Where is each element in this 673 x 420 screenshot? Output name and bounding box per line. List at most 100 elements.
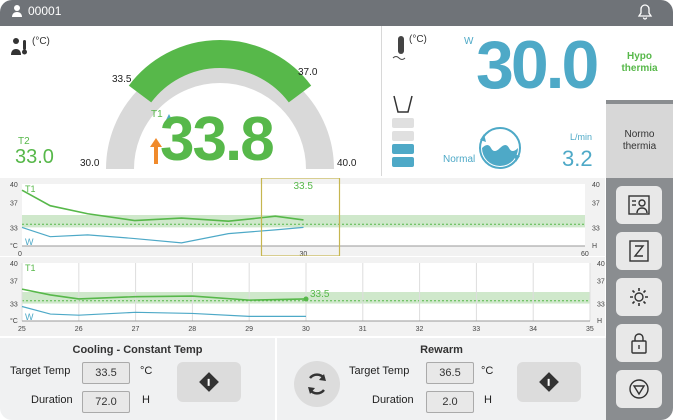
x-tick: 26: [75, 326, 83, 333]
stop-button[interactable]: [616, 370, 662, 408]
temperature-panel: (°C) 33.5 37.0 30.0 40.0 T1 33.8 T2 33.0: [0, 26, 380, 176]
bell-icon[interactable]: [637, 4, 653, 20]
lock-button[interactable]: [616, 324, 662, 362]
trend-chart-top: 40 37 33 °C 40 37 33 H 0 30 60 T1 W 33.5: [0, 177, 605, 258]
y-tick-right: 40: [592, 182, 600, 189]
patient-card-icon: [628, 195, 650, 215]
rewarm-title: Rewarm: [420, 344, 463, 356]
x-tick: 30: [302, 326, 310, 333]
y-tick-left: 40: [10, 261, 18, 268]
settings-button[interactable]: [616, 278, 662, 316]
gauge-low-limit: 33.5: [112, 74, 132, 85]
log-icon: [629, 240, 649, 262]
x-tick: 25: [18, 326, 26, 333]
start-rewarm-button[interactable]: [517, 362, 581, 402]
gauge-min: 30.0: [80, 158, 100, 169]
cooling-panel: Cooling - Constant Temp Target Temp 33.5…: [0, 338, 275, 420]
arrow-up-icon: [150, 138, 162, 164]
t1-value: 33.8: [160, 105, 275, 174]
pump-icon: [479, 127, 521, 169]
duration-value[interactable]: 72.0: [82, 391, 130, 413]
x-tick: 32: [416, 326, 424, 333]
y-tick-left: 37: [10, 201, 18, 208]
water-level-icon: [392, 118, 414, 167]
duration-unit: H: [142, 394, 150, 406]
rewarm-duration-unit: H: [484, 394, 492, 406]
x-tick: 31: [359, 326, 367, 333]
unit-label: (°C): [32, 36, 50, 47]
x-tick: 29: [245, 326, 253, 333]
y-tick-left: °C: [10, 242, 18, 250]
trend-chart-bottom-svg: 40 37 33 °C 40 37 33 H 25 26 27 28 29 30 31 32 33 34 35 T1 W…: [10, 261, 605, 333]
y-tick-left: °C: [10, 317, 18, 325]
rewarm-duration-value[interactable]: 2.0: [426, 391, 474, 413]
y-tick-left: 37: [10, 278, 18, 285]
rewarm-panel: Rewarm Target Temp 36.5 °C Duration 2.0 …: [277, 338, 606, 420]
top-bar: 00001: [0, 0, 673, 26]
gauge-high-limit: 37.0: [298, 67, 318, 78]
duration-label: Duration: [31, 394, 73, 406]
y-tick-right: 37: [592, 201, 600, 208]
flow-status: Normal: [443, 154, 476, 165]
target-temp-unit: °C: [140, 365, 153, 377]
trend-chart-bottom: 40 37 33 °C 40 37 33 H 25 26 27 28 29 30 31 32 33 34 35 T1 W…: [0, 257, 605, 336]
stop-icon: [629, 379, 649, 399]
trend-chart-top-svg: 40 37 33 °C 40 37 33 H 0 30 60 T1 W 33.5: [10, 177, 600, 258]
lock-icon: [631, 333, 647, 354]
cooling-title: Cooling - Constant Temp: [72, 344, 203, 356]
marker-value: 33.5: [310, 289, 330, 300]
gauge-max: 40.0: [337, 158, 357, 169]
water-panel: (°C) W 30.0 Normal L/min 3.2: [381, 26, 607, 176]
rewarm-target-value[interactable]: 36.5: [426, 362, 474, 384]
y-tick-right: 33: [592, 225, 600, 232]
x-tick: 0: [18, 251, 22, 256]
t2-value: 33.0: [15, 146, 54, 168]
w-legend: W: [25, 237, 34, 247]
tab-hypothermia[interactable]: Hypo thermia: [606, 26, 673, 100]
rewarm-target-label: Target Temp: [349, 365, 410, 377]
y-tick-left: 33: [10, 225, 18, 232]
y-tick-right: H: [597, 318, 602, 325]
log-button[interactable]: [616, 232, 662, 270]
rewarm-duration-label: Duration: [372, 394, 414, 406]
patient-info-button[interactable]: [616, 186, 662, 224]
gear-icon: [630, 288, 648, 306]
thermometer-icon: [392, 36, 406, 60]
tab-normothermia[interactable]: Normo thermia: [606, 104, 673, 178]
diamond-icon: [539, 372, 559, 392]
flow-unit: L/min: [570, 132, 593, 142]
reservoir-icon: [393, 95, 413, 113]
target-temp-label: Target Temp: [10, 365, 71, 377]
y-tick-left: 33: [10, 302, 18, 309]
x-tick: 35: [586, 326, 594, 333]
y-tick-right: 40: [597, 261, 605, 268]
x-tick: 30: [300, 251, 308, 256]
x-tick: 33: [472, 326, 480, 333]
cycle-icon[interactable]: [293, 360, 341, 408]
w-value: 30.0: [476, 27, 599, 103]
current-marker: [303, 296, 309, 302]
start-cooling-button[interactable]: [177, 362, 241, 402]
mode-panel: Hypo thermia Normo thermia: [606, 26, 673, 420]
target-temp-value[interactable]: 33.5: [82, 362, 130, 384]
w-label: W: [464, 36, 474, 47]
patient-id: 00001: [28, 4, 62, 18]
x-tick: 60: [581, 251, 589, 256]
person-icon: [12, 5, 22, 17]
y-tick-right: 33: [597, 302, 605, 309]
t1-legend: T1: [25, 184, 36, 194]
diamond-icon: [199, 372, 219, 392]
unit-label-right: (°C): [409, 34, 427, 45]
x-tick: 34: [529, 326, 537, 333]
x-tick: 28: [188, 326, 196, 333]
y-tick-left: 40: [10, 182, 18, 189]
patient-temp-icon: [11, 38, 27, 55]
highlight-value: 33.5: [294, 181, 314, 192]
t1-legend: T1: [25, 263, 36, 273]
flow-value: 3.2: [562, 146, 593, 171]
y-tick-right: 37: [597, 278, 605, 285]
patient-id-area[interactable]: 00001: [10, 4, 61, 18]
app-window: 00001 (°C) 33.5 37.0 30.0 40.0 T1 33.8 T…: [0, 0, 673, 420]
w-legend: W: [25, 312, 34, 322]
y-tick-right: H: [592, 243, 597, 250]
